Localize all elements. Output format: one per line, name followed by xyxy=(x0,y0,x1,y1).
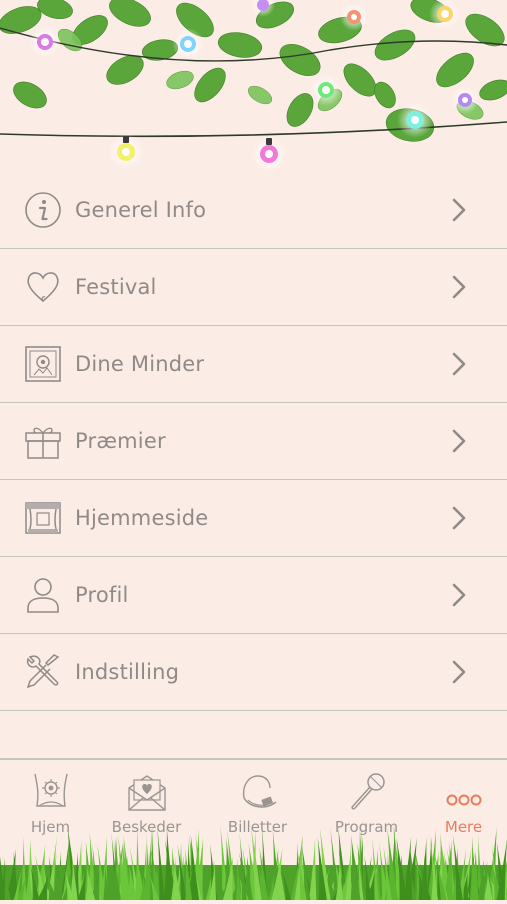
leaves-and-lights-illustration xyxy=(0,0,507,172)
memories-photo-icon xyxy=(24,345,62,383)
menu-item-label: Generel Info xyxy=(75,198,207,222)
tab-beskeder[interactable]: Beskeder xyxy=(96,760,197,840)
menu-item-festival[interactable]: Festival xyxy=(0,249,507,326)
home-tent-icon xyxy=(29,770,73,814)
tab-label: Hjem xyxy=(30,818,71,836)
chevron-right-icon xyxy=(451,351,467,377)
gift-icon xyxy=(24,422,62,460)
menu-item-hjemmeside[interactable]: Hjemmeside xyxy=(0,480,507,557)
menu-item-label: Profil xyxy=(75,583,129,607)
chevron-right-icon xyxy=(451,428,467,454)
info-icon xyxy=(24,191,62,229)
menu-item-label: Indstilling xyxy=(75,660,180,684)
envelope-icon xyxy=(125,770,169,814)
heart-icon xyxy=(24,268,62,306)
menu-item-dine-minder[interactable]: Dine Minder xyxy=(0,326,507,403)
wristband-icon xyxy=(236,770,280,814)
tab-bar: Hjem Beskeder Billetter Program Mere xyxy=(0,760,507,900)
chevron-right-icon xyxy=(451,505,467,531)
chevron-right-icon xyxy=(451,659,467,685)
tab-label: Billetter xyxy=(227,818,288,836)
menu-item-profil[interactable]: Profil xyxy=(0,557,507,634)
tab-label: Beskeder xyxy=(111,818,182,836)
menu-item-praemier[interactable]: Præmier xyxy=(0,403,507,480)
menu-item-label: Festival xyxy=(75,275,157,299)
tab-label: Program xyxy=(334,818,399,836)
stage-website-icon xyxy=(24,499,62,537)
person-icon xyxy=(24,576,62,614)
tab-label: Mere xyxy=(444,818,483,836)
tab-mere[interactable]: Mere xyxy=(413,760,507,840)
tab-hjem[interactable]: Hjem xyxy=(0,760,101,840)
chevron-right-icon xyxy=(451,274,467,300)
header-decoration xyxy=(0,0,507,172)
menu-item-label: Hjemmeside xyxy=(75,506,209,530)
more-menu-list: Generel Info Festival Dine Minder Præmie… xyxy=(0,172,507,711)
tab-program[interactable]: Program xyxy=(316,760,417,840)
chevron-right-icon xyxy=(451,197,467,223)
tab-billetter[interactable]: Billetter xyxy=(207,760,308,840)
microphone-icon xyxy=(345,770,389,814)
menu-item-generel-info[interactable]: Generel Info xyxy=(0,172,507,249)
more-dots-icon xyxy=(442,770,486,814)
wrench-screwdriver-icon xyxy=(24,653,62,691)
menu-item-label: Præmier xyxy=(75,429,166,453)
menu-item-label: Dine Minder xyxy=(75,352,205,376)
menu-item-indstilling[interactable]: Indstilling xyxy=(0,634,507,711)
chevron-right-icon xyxy=(451,582,467,608)
